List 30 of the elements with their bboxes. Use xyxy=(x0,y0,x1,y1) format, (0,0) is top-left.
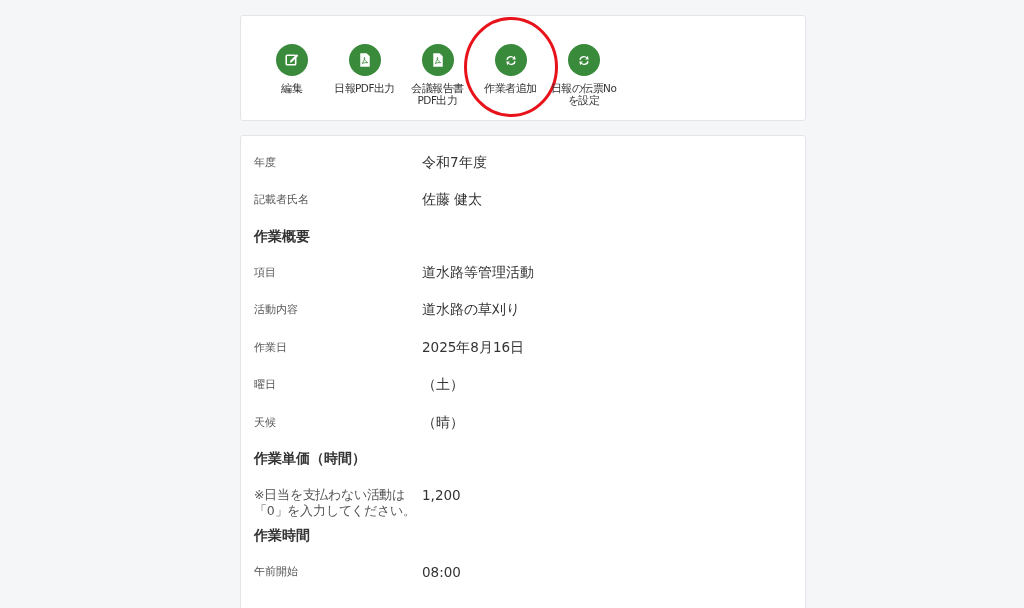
field-label: 曜日 xyxy=(254,378,277,393)
field-value: （晴） xyxy=(422,413,464,432)
field-label: 年度 xyxy=(254,155,277,170)
field-value: 道水路等管理活動 xyxy=(422,263,534,282)
action-label[interactable]: 作業者追加 xyxy=(484,82,537,94)
action-label[interactable]: 会議報告書 PDF出力 xyxy=(411,82,464,106)
field-label: 活動内容 xyxy=(254,303,299,318)
field-label: 作業日 xyxy=(254,340,288,355)
field-value: 道水路の草刈り xyxy=(422,301,520,320)
field-label: 天候 xyxy=(254,415,277,430)
section-heading: 作業時間 xyxy=(254,526,311,545)
field-label: 午前開始 xyxy=(254,565,299,580)
field-value: 令和7年度 xyxy=(422,153,487,172)
action-label[interactable]: 編集 xyxy=(281,82,302,94)
field-value: 1,200 xyxy=(422,486,461,503)
field-label: 記載者氏名 xyxy=(254,193,310,208)
section-heading: 作業単価（時間） xyxy=(254,449,367,468)
field-value: 佐藤 健太 xyxy=(422,191,483,210)
action-button[interactable] xyxy=(421,44,454,76)
action-button[interactable] xyxy=(494,44,527,76)
action-button[interactable] xyxy=(567,44,600,76)
action-button[interactable] xyxy=(275,44,308,76)
action-label[interactable]: 日報PDF出力 xyxy=(334,82,395,94)
field-label: ※日当を支払わない活動は 「0」を入力してください。 xyxy=(254,486,417,519)
field-value: （土） xyxy=(422,376,464,395)
field-label: 項目 xyxy=(254,265,277,280)
field-value: 2025年8月16日 xyxy=(422,338,525,357)
section-heading: 作業概要 xyxy=(254,226,311,246)
action-button[interactable] xyxy=(348,44,381,76)
field-value: 08:00 xyxy=(422,564,461,581)
